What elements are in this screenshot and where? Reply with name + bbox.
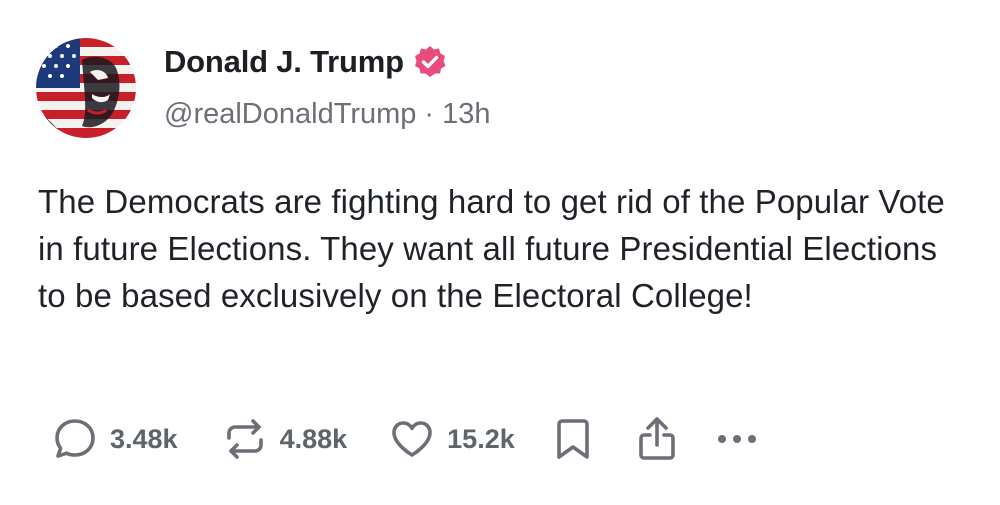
verified-badge-icon (412, 44, 448, 80)
bookmark-button[interactable] (553, 416, 593, 462)
post-timestamp[interactable]: 13h (442, 98, 490, 131)
like-count: 15.2k (447, 423, 515, 454)
author-handle[interactable]: @realDonaldTrump (164, 98, 416, 131)
share-icon (635, 415, 679, 463)
share-button[interactable] (635, 415, 679, 463)
more-options-button[interactable] (715, 429, 759, 449)
repost-button[interactable]: 4.88k (222, 416, 348, 462)
avatar[interactable] (36, 38, 136, 138)
post-body-text: The Democrats are fighting hard to get r… (38, 183, 945, 314)
heart-icon (389, 416, 435, 462)
author-meta-row: @realDonaldTrump · 13h (164, 98, 490, 131)
bookmark-icon (553, 416, 593, 462)
post-card: Donald J. Trump @realDonaldTrump · 13h T… (0, 0, 1000, 505)
reply-button[interactable]: 3.48k (52, 416, 178, 462)
like-button[interactable]: 15.2k (389, 416, 515, 462)
avatar-image (36, 38, 136, 138)
reply-count: 3.48k (110, 423, 178, 454)
meta-separator: · (424, 98, 435, 130)
more-icon (715, 429, 759, 449)
author-display-name[interactable]: Donald J. Trump (164, 44, 404, 80)
post-action-bar: 3.48k 4.88k 15.2k (52, 414, 759, 464)
repost-count: 4.88k (279, 423, 348, 454)
reply-icon (52, 416, 98, 462)
repost-icon (222, 416, 268, 462)
author-name-row: Donald J. Trump (164, 44, 448, 80)
